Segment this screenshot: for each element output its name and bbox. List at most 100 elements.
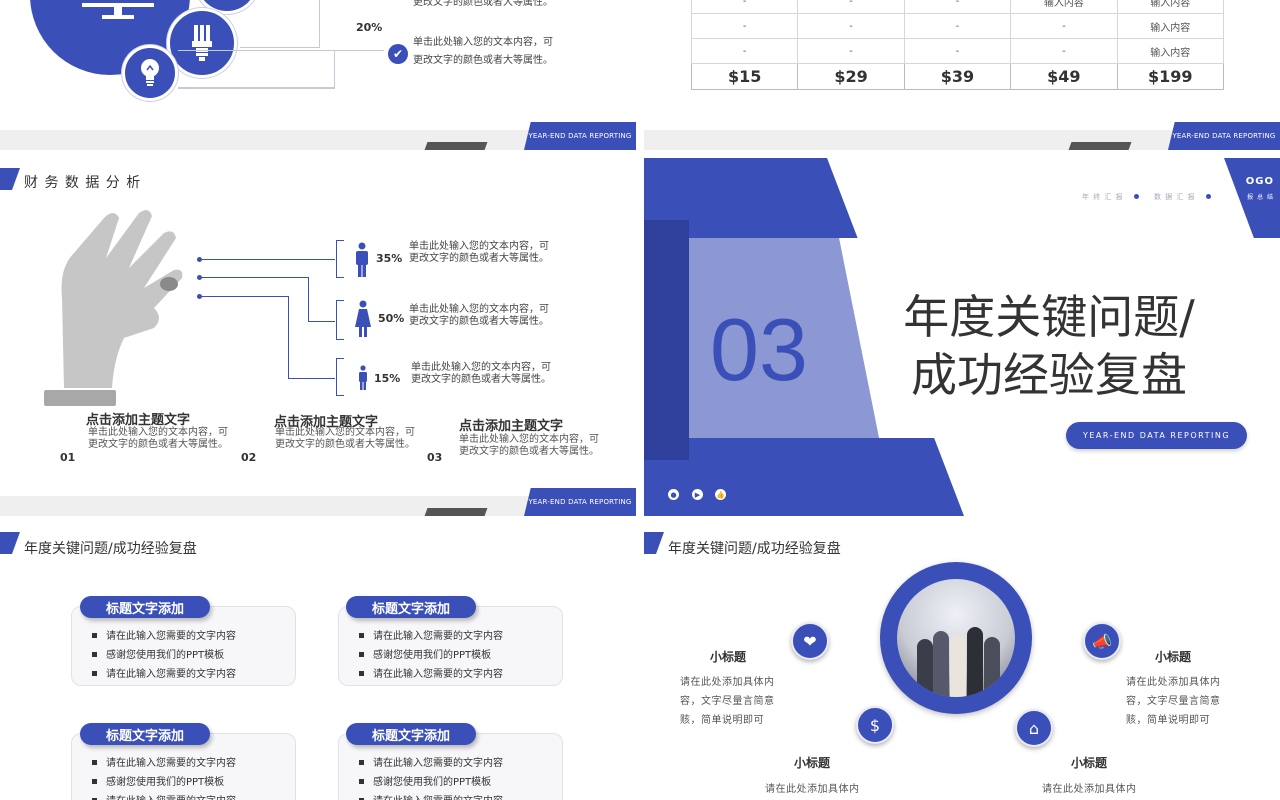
content-card: 请在此输入您需要的文字内容 感谢您使用我们的PPT模板 请在此输入您需要的文字内… xyxy=(71,606,296,686)
item-body: 单击此处输入您的文本内容，可更改文字的颜色或者大等属性。 xyxy=(88,427,228,450)
slide-title: 年度关键问题/成功经验复盘 xyxy=(24,541,197,557)
title-accent xyxy=(0,532,20,554)
list-item: 请在此输入您需要的文字内容 xyxy=(359,754,503,773)
card-heading: 标题文字添加 xyxy=(80,596,210,618)
list-item: 请在此输入您需要的文字内容 xyxy=(92,627,236,646)
list-item: 感谢您使用我们的PPT模板 xyxy=(92,646,236,665)
stat-percent: 50% xyxy=(378,312,405,325)
card-heading: 标题文字添加 xyxy=(346,596,476,618)
item-text: 更改文字的颜色或者大等属性。 xyxy=(413,55,553,66)
item-number: 01 xyxy=(60,451,76,464)
price-cell: $15 xyxy=(690,63,799,90)
stat-percent: 15% xyxy=(374,372,401,385)
male-icon xyxy=(356,242,368,277)
megaphone-icon: 📣 xyxy=(1083,622,1121,660)
female-icon xyxy=(355,300,371,337)
stat-text: 更改文字的颜色或者大等属性。 xyxy=(409,316,549,327)
block-body: 请在此处添加具体内 xyxy=(765,784,860,795)
price-cell: $39 xyxy=(903,63,1012,90)
item-body: 单击此处输入您的文本内容，可更改文字的颜色或者大等属性。 xyxy=(275,427,415,450)
card-heading: 标题文字添加 xyxy=(80,723,210,745)
slide-1: 20% 更改文字的颜色或者大等属性。 ✔ 单击此处输入您的文本内容，可 更改文字… xyxy=(0,0,636,150)
dollar-icon: $ xyxy=(856,706,894,744)
home-icon: ⌂ xyxy=(1015,709,1053,747)
list-item: 请在此输入您需要的文字内容 xyxy=(92,754,236,773)
user-icon[interactable]: ● xyxy=(668,489,679,500)
connector-line xyxy=(240,0,320,48)
block-title: 小标题 xyxy=(1071,756,1108,770)
block-body: 请在此处添加具体内容，文字尽量言简意赅，简单说明即可 xyxy=(1126,677,1221,726)
item-title: 点击添加主题文字 xyxy=(459,419,564,434)
nav-label: 数 据 汇 报 xyxy=(1154,193,1196,201)
block-body: 请在此处添加具体内 xyxy=(1042,784,1137,795)
slide-title: 财 务 数 据 分 析 xyxy=(24,175,142,191)
table-row: - - - - 输入内容 xyxy=(690,38,1225,64)
footer-bar: YEAR-END DATA REPORTING xyxy=(0,122,636,150)
list-item: 请在此输入您需要的文字内容 xyxy=(92,665,236,684)
price-cell: $199 xyxy=(1116,63,1225,90)
list-item: 感谢您使用我们的PPT模板 xyxy=(359,646,503,665)
nav-label: 年 终 汇 报 xyxy=(1082,193,1124,201)
price-row: $15 $29 $39 $49 $199 xyxy=(690,63,1225,90)
title-accent xyxy=(644,532,664,554)
heart-icon: ❤ xyxy=(791,622,829,660)
thumbs-up-icon[interactable]: 👍 xyxy=(715,489,726,500)
connector-line xyxy=(178,50,335,88)
table-row: - - - - 输入内容 xyxy=(690,13,1225,39)
percent-label: 20% xyxy=(356,21,383,34)
play-icon[interactable]: ▶ xyxy=(692,489,703,500)
list-item: 请在此输入您需要的文字内容 xyxy=(92,792,236,800)
list-item: 请在此输入您需要的文字内容 xyxy=(359,792,503,800)
title-accent xyxy=(0,168,20,190)
list-item: 感谢您使用我们的PPT模板 xyxy=(92,773,236,792)
reporting-pill: YEAR-END DATA REPORTING xyxy=(1066,422,1247,449)
stat-percent: 35% xyxy=(376,252,403,265)
slide-5: 年度关键问题/成功经验复盘 请在此输入您需要的文字内容 感谢您使用我们的PPT模… xyxy=(0,524,636,800)
pricing-table: - - - 输入内容 输入内容 - - - - 输入内容 - - - - 输入内… xyxy=(690,0,1225,90)
section-title: 年度关键问题/ 成功经验复盘 xyxy=(903,290,1195,402)
child-icon xyxy=(359,365,367,390)
cover-shade xyxy=(644,220,689,460)
table-row: - - - 输入内容 输入内容 xyxy=(690,0,1225,14)
item-text: 单击此处输入您的文本内容，可 xyxy=(413,37,553,48)
slide-title: 年度关键问题/成功经验复盘 xyxy=(668,541,841,557)
item-title: 点击添加主题文字 xyxy=(86,413,191,428)
card-heading: 标题文字添加 xyxy=(346,723,476,745)
slide-6: 年度关键问题/成功经验复盘 ❤ $ ⌂ 📣 小标题 请在此处添加具体内容，文字尽… xyxy=(644,524,1280,800)
content-card: 请在此输入您需要的文字内容 感谢您使用我们的PPT模板 请在此输入您需要的文字内… xyxy=(338,606,563,686)
block-title: 小标题 xyxy=(794,756,831,770)
list-item: 请在此输入您需要的文字内容 xyxy=(359,665,503,684)
slide-2: - - - 输入内容 输入内容 - - - - 输入内容 - - - - 输入内… xyxy=(644,0,1280,150)
footer-label: YEAR-END DATA REPORTING xyxy=(1168,122,1280,150)
price-cell: $29 xyxy=(797,63,905,90)
lightbulb-icon xyxy=(122,45,178,101)
price-cell: $49 xyxy=(1010,63,1118,90)
block-body: 请在此处添加具体内容，文字尽量言简意赅，简单说明即可 xyxy=(680,677,775,726)
footer-bar: YEAR-END DATA REPORTING xyxy=(0,488,636,516)
item-number: 03 xyxy=(427,451,443,464)
nav-dot xyxy=(1134,194,1139,199)
footer-bar: YEAR-END DATA REPORTING xyxy=(644,122,1280,150)
list-item: 请在此输入您需要的文字内容 xyxy=(359,627,503,646)
block-title: 小标题 xyxy=(1155,650,1192,664)
stat-text: 单击此处输入您的文本内容，可 xyxy=(411,362,551,373)
team-photo xyxy=(897,579,1015,697)
item-text: 更改文字的颜色或者大等属性。 xyxy=(413,0,553,8)
logo: OGO xyxy=(1245,176,1274,187)
stat-text: 单击此处输入您的文本内容，可 xyxy=(409,241,549,252)
slide-3: 财 务 数 据 分 析 35% 50% 15% 单击此处输入您的文本内容，可 更… xyxy=(0,158,636,516)
nav-dot xyxy=(1206,194,1211,199)
stat-text: 更改文字的颜色或者大等属性。 xyxy=(411,374,551,385)
stat-text: 单击此处输入您的文本内容，可 xyxy=(409,304,549,315)
block-title: 小标题 xyxy=(710,650,747,664)
check-icon: ✔ xyxy=(388,44,408,64)
logo-subtitle: 报 总 结 xyxy=(1247,194,1274,201)
stat-text: 更改文字的颜色或者大等属性。 xyxy=(409,253,549,264)
hand-coin-icon xyxy=(44,210,183,406)
list-item: 感谢您使用我们的PPT模板 xyxy=(359,773,503,792)
footer-label: YEAR-END DATA REPORTING xyxy=(524,122,636,150)
slide-4-section-cover: 03 年度关键问题/ 成功经验复盘 YEAR-END DATA REPORTIN… xyxy=(644,158,1280,516)
footer-label: YEAR-END DATA REPORTING xyxy=(524,488,636,516)
section-number: 03 xyxy=(710,300,808,399)
item-body: 单击此处输入您的文本内容，可更改文字的颜色或者大等属性。 xyxy=(459,434,599,457)
